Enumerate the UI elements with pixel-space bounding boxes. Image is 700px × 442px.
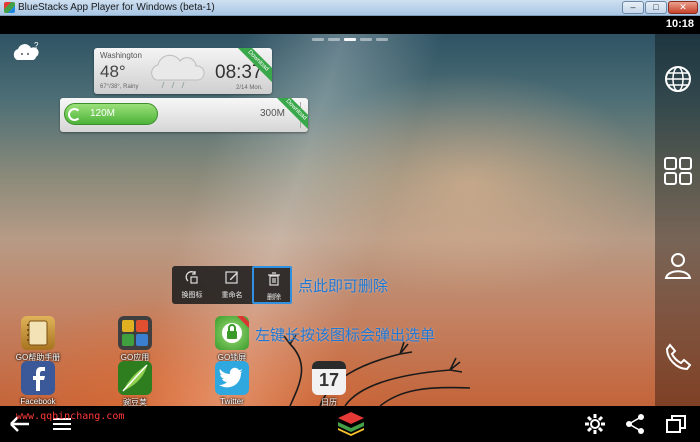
phone-icon[interactable] — [663, 342, 693, 372]
pea-pod-icon — [122, 364, 148, 392]
window-title-bar: BlueStacks App Player for Windows (beta-… — [0, 0, 700, 16]
page-indicator — [312, 38, 388, 42]
wandoujia-icon — [118, 361, 152, 395]
menu-item-label: 删除 — [267, 294, 281, 301]
bluestacks-app-icon — [4, 2, 15, 13]
svg-text:?: ? — [34, 41, 39, 50]
menu-item-change-icon[interactable]: 换图标 — [172, 266, 212, 304]
memory-used: 120M — [90, 108, 116, 119]
page-dot — [360, 38, 372, 41]
rename-icon — [225, 271, 238, 284]
notebook-icon — [27, 320, 48, 346]
all-apps-grid-icon[interactable] — [663, 156, 693, 186]
delete-hint-callout: 点此即可删除 — [298, 278, 389, 295]
menu-item-rename[interactable]: 重命名 — [212, 266, 252, 304]
watermark-text: www.qqbinchang.com — [16, 411, 125, 422]
minimize-button[interactable]: – — [622, 1, 644, 14]
browser-globe-icon[interactable] — [663, 64, 693, 94]
maximize-button[interactable]: □ — [645, 1, 667, 14]
calendar-day: 17 — [318, 370, 340, 390]
twitter-bird-icon — [219, 367, 243, 388]
icon-context-menu: 换图标 重命名 删除 — [172, 266, 292, 304]
widget-date: 2/14 Mon. — [236, 85, 263, 91]
app-label: Twitter — [220, 397, 244, 406]
window-title: BlueStacks App Player for Windows (beta-… — [18, 2, 215, 13]
weather-temperature: 48° — [100, 62, 126, 81]
weather-range: 67°/38°, Rainy — [100, 84, 139, 90]
menu-item-delete[interactable]: 删除 — [252, 266, 292, 304]
memory-total: 300M — [260, 108, 286, 119]
close-button[interactable]: ✕ — [668, 1, 698, 14]
window-restore-icon[interactable] — [664, 412, 688, 436]
long-press-hint-callout: 左键长按该图标会弹出选单 — [255, 327, 436, 344]
grid-apps-icon — [122, 320, 148, 346]
twitter-icon — [215, 361, 249, 395]
menu-item-label: 换图标 — [181, 292, 203, 299]
contacts-person-icon[interactable] — [663, 250, 693, 280]
share-icon[interactable] — [623, 412, 647, 436]
status-clock: 10:18 — [665, 18, 694, 30]
trash-icon — [268, 272, 280, 286]
lock-icon — [222, 316, 249, 343]
memory-cleaner-widget[interactable]: 120M 300M Download — [60, 98, 308, 132]
cloud-help-icon[interactable]: ? — [10, 40, 42, 64]
calendar-header — [312, 361, 346, 369]
calendar-icon: 17 — [312, 361, 346, 395]
page-dot — [312, 38, 324, 41]
page-dot — [328, 38, 340, 41]
facebook-f-icon — [33, 367, 45, 391]
settings-gear-icon[interactable] — [583, 412, 607, 436]
right-dock — [655, 34, 700, 406]
menu-item-label: 重命名 — [221, 292, 243, 299]
weather-clock-widget[interactable]: Washington 48° 67°/38°, Rainy 08:37 2/14… — [94, 48, 272, 94]
memory-ring-icon — [68, 108, 81, 121]
rain-cloud-icon — [151, 54, 205, 89]
app-label: Facebook — [20, 397, 56, 406]
page-dot-active — [344, 38, 356, 41]
go-locker-icon — [215, 316, 249, 350]
change-icon-icon — [185, 271, 198, 284]
go-apps-icon — [118, 316, 152, 350]
weather-city: Washington — [100, 51, 142, 60]
facebook-icon — [21, 361, 55, 395]
android-status-bar: 10:18 — [0, 16, 700, 34]
page-dot — [376, 38, 388, 41]
bluestacks-logo-icon[interactable] — [336, 410, 366, 438]
go-help-manual-icon — [21, 316, 55, 350]
